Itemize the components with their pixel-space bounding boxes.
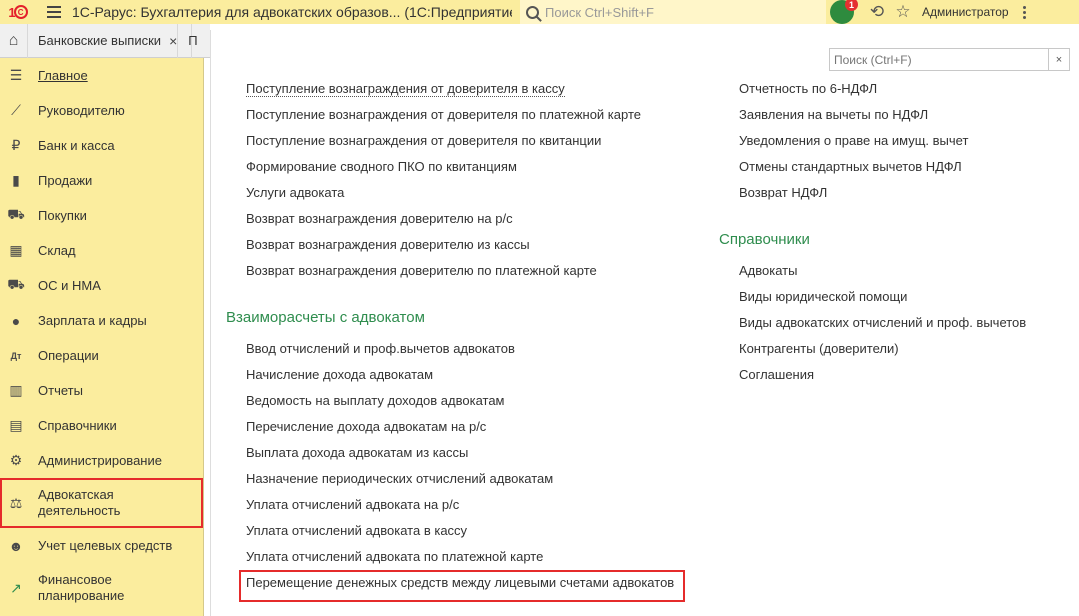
link-legal-aid-types[interactable]: Виды юридической помощи [739,289,907,304]
link-advocates[interactable]: Адвокаты [739,263,797,278]
link-refund-card[interactable]: Возврат вознаграждения доверителю по пла… [246,263,597,278]
link-periodic-deductions[interactable]: Назначение периодических отчислений адво… [246,471,553,486]
tab-bank-statements[interactable]: Банковские выписки × [28,23,179,58]
search-icon [526,5,539,19]
link-payment-statement[interactable]: Ведомость на выплату доходов адвокатам [246,393,505,408]
clear-search-icon[interactable]: × [1048,49,1069,70]
growth-chart-icon: ↗ [10,580,22,596]
warehouse-grid-icon: ▦ [9,242,23,258]
open-tabs-bar: ⌂ Банковские выписки × П [0,23,210,58]
link-income-transfer-bank[interactable]: Перечисление дохода адвокатам на р/с [246,419,486,434]
link-refund-bank[interactable]: Возврат вознаграждения доверителю на р/с [246,211,513,226]
link-ndfl-deduction-claims[interactable]: Заявления на вычеты по НДФЛ [739,107,928,122]
sidebar-item-operations[interactable]: Дт Операции [0,338,203,373]
global-search-input[interactable]: Поиск Ctrl+Shift+F [520,0,826,24]
sidebar-item-payroll[interactable]: ● Зарплата и кадры [0,303,203,338]
tab-label: П [188,33,198,48]
link-agreements[interactable]: Соглашения [739,367,814,382]
sidebar-item-sales[interactable]: ▮ Продажи [0,163,203,198]
link-property-deduction-notices[interactable]: Уведомления о праве на имущ. вычет [739,133,968,148]
sidebar-item-purchases[interactable]: ⛟ Покупки [0,198,203,233]
link-fee-receipt-voucher[interactable]: Поступление вознаграждения от доверителя… [246,133,601,148]
link-refund-cash[interactable]: Возврат вознаграждения доверителю из кас… [246,237,530,252]
sidebar-item-bank[interactable]: ₽ Банк и касса [0,128,203,163]
link-deduction-payment-bank[interactable]: Уплата отчислений адвоката на р/с [246,497,459,512]
bar-chart-icon: ▥ [9,382,23,398]
current-user[interactable]: Администратор [922,5,1009,19]
link-fee-receipt-card[interactable]: Поступление вознаграждения от доверителя… [246,107,641,122]
tab-label: Банковские выписки [38,33,162,48]
sidebar-item-targeted-funds[interactable]: ☻ Учет целевых средств [0,528,203,563]
debit-credit-icon: Дт [10,350,22,361]
people-coins-icon: ☻ [8,537,24,554]
link-standard-deduction-cancellations[interactable]: Отмены стандартных вычетов НДФЛ [739,159,962,174]
sidebar-item-reports[interactable]: ▥ Отчеты [0,373,203,408]
link-advocate-services[interactable]: Услуги адвоката [246,185,344,200]
link-deduction-payment-cash[interactable]: Уплата отчислений адвоката в кассу [246,523,467,538]
sidebar-item-administration[interactable]: ⚙ Администрирование [0,443,203,478]
sidebar-item-warehouse[interactable]: ▦ Склад [0,233,203,268]
link-fee-receipt-cash[interactable]: Поступление вознаграждения от доверителя… [246,81,565,97]
highlight-frame [239,570,685,602]
link-ndfl-refund[interactable]: Возврат НДФЛ [739,185,827,200]
close-tab-icon[interactable]: × [169,33,177,49]
favorites-star-icon[interactable]: ☆ [890,0,916,24]
ruble-coin-icon: ₽ [11,137,21,153]
link-deductions-input[interactable]: Ввод отчислений и проф.вычетов адвокатов [246,341,515,356]
section-heading-directories: Справочники [719,231,810,248]
link-counterparties[interactable]: Контрагенты (доверители) [739,341,899,356]
menu-icon: ☰ [9,67,23,83]
gear-icon: ⚙ [9,452,23,468]
link-summary-pko[interactable]: Формирование сводного ПКО по квитанциям [246,159,517,174]
section-content-panel: × Поступление вознаграждения от доверите… [210,30,1079,616]
section-search-input[interactable] [830,49,1048,70]
main-menu-button[interactable] [36,0,72,24]
1c-logo: 1С [0,0,36,24]
tab-next[interactable]: П [178,23,198,58]
truck-icon: ⛟ [7,276,25,292]
sidebar-item-advocacy[interactable]: ⚖ Адвокатская деятельность [0,478,203,528]
global-search-placeholder: Поиск Ctrl+Shift+F [545,4,654,20]
section-heading-mutual-settlements: Взаиморасчеты с адвокатом [226,309,425,326]
history-icon[interactable]: ⟲ [864,0,890,24]
person-icon: ● [11,312,21,329]
home-icon[interactable]: ⌂ [0,23,28,58]
sidebar-item-directories[interactable]: ▤ Справочники [0,408,203,443]
sidebar-item-main[interactable]: ☰ Главное [0,58,203,93]
link-income-accrual[interactable]: Начисление дохода адвокатам [246,367,433,382]
trend-icon: ⟋ [11,102,21,118]
sidebar-item-financial-planning[interactable]: ↗ Финансовое планирование [0,563,203,613]
link-6ndfl-reporting[interactable]: Отчетность по 6-НДФЛ [739,81,877,96]
link-income-payout-cash[interactable]: Выплата дохода адвокатам из кассы [246,445,468,460]
sidebar-item-manager[interactable]: ⟋ Руководителю [0,93,203,128]
link-deduction-payment-card[interactable]: Уплата отчислений адвоката по платежной … [246,549,543,564]
books-icon: ▤ [9,417,23,433]
notifications-button[interactable]: 1 [830,0,858,24]
app-title: 1С-Рарус: Бухгалтерия для адвокатских об… [72,4,512,20]
title-bar: 1С 1С-Рарус: Бухгалтерия для адвокатских… [0,0,1079,24]
link-deduction-types[interactable]: Виды адвокатских отчислений и проф. выче… [739,315,1026,330]
shopping-bag-icon: ▮ [12,172,20,188]
scales-icon: ⚖ [9,495,23,511]
sections-panel: ☰ Главное ⟋ Руководителю ₽ Банк и касса ▮ Пр… [0,58,204,616]
cart-icon: ⛟ [7,206,25,222]
notification-count-badge: 1 [845,0,858,11]
more-options-icon[interactable] [1022,5,1026,19]
sidebar-item-fixed-assets[interactable]: ⛟ ОС и НМА [0,268,203,303]
section-search-field[interactable]: × [829,48,1070,71]
